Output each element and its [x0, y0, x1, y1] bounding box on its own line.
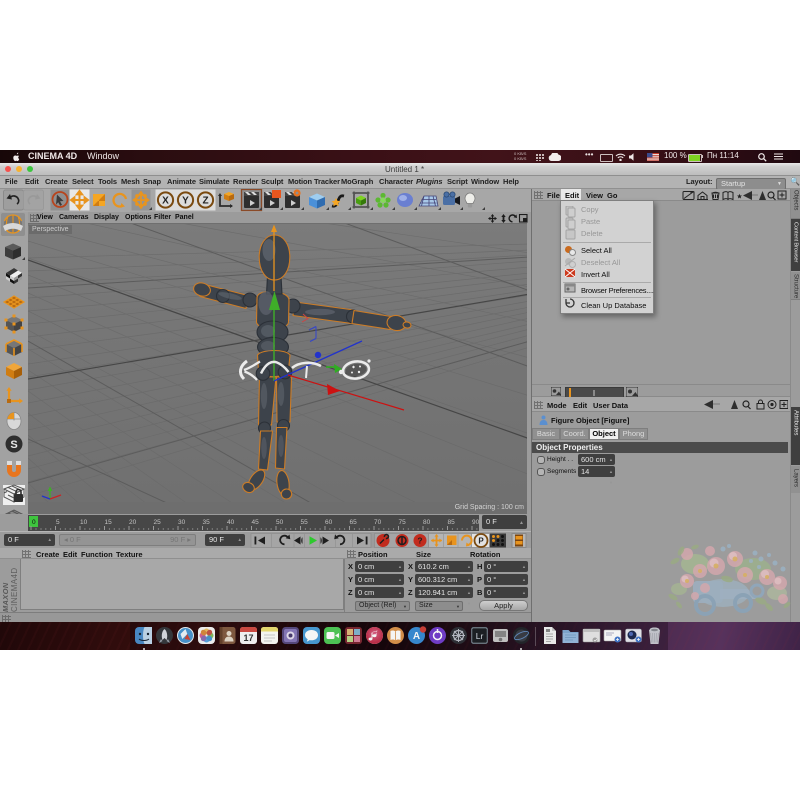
svg-text:S: S	[10, 439, 17, 451]
svg-text:0: 0	[32, 519, 36, 526]
svg-text:?: ?	[417, 536, 422, 546]
svg-text:Lr: Lr	[476, 631, 484, 641]
svg-text:30: 30	[178, 519, 186, 526]
svg-text:70: 70	[374, 519, 382, 526]
svg-text:10: 10	[80, 519, 88, 526]
svg-text:65: 65	[350, 519, 358, 526]
svg-text:P: P	[478, 537, 484, 546]
svg-text:Z: Z	[202, 196, 208, 207]
svg-text:45: 45	[252, 519, 260, 526]
svg-text:20: 20	[129, 519, 137, 526]
svg-text:17: 17	[243, 633, 253, 643]
svg-text:90: 90	[472, 519, 479, 526]
svg-text:60: 60	[325, 519, 333, 526]
svg-text:80: 80	[423, 519, 431, 526]
svg-text:85: 85	[448, 519, 456, 526]
svg-text:25: 25	[154, 519, 162, 526]
svg-text:Y: Y	[182, 196, 189, 207]
svg-text:75: 75	[399, 519, 407, 526]
svg-text:55: 55	[301, 519, 309, 526]
svg-text:40: 40	[227, 519, 235, 526]
svg-text:X: X	[162, 196, 169, 207]
svg-text:35: 35	[203, 519, 211, 526]
svg-text:15: 15	[105, 519, 113, 526]
svg-text:5: 5	[56, 519, 60, 526]
svg-text:A: A	[413, 631, 420, 642]
svg-text:50: 50	[276, 519, 284, 526]
